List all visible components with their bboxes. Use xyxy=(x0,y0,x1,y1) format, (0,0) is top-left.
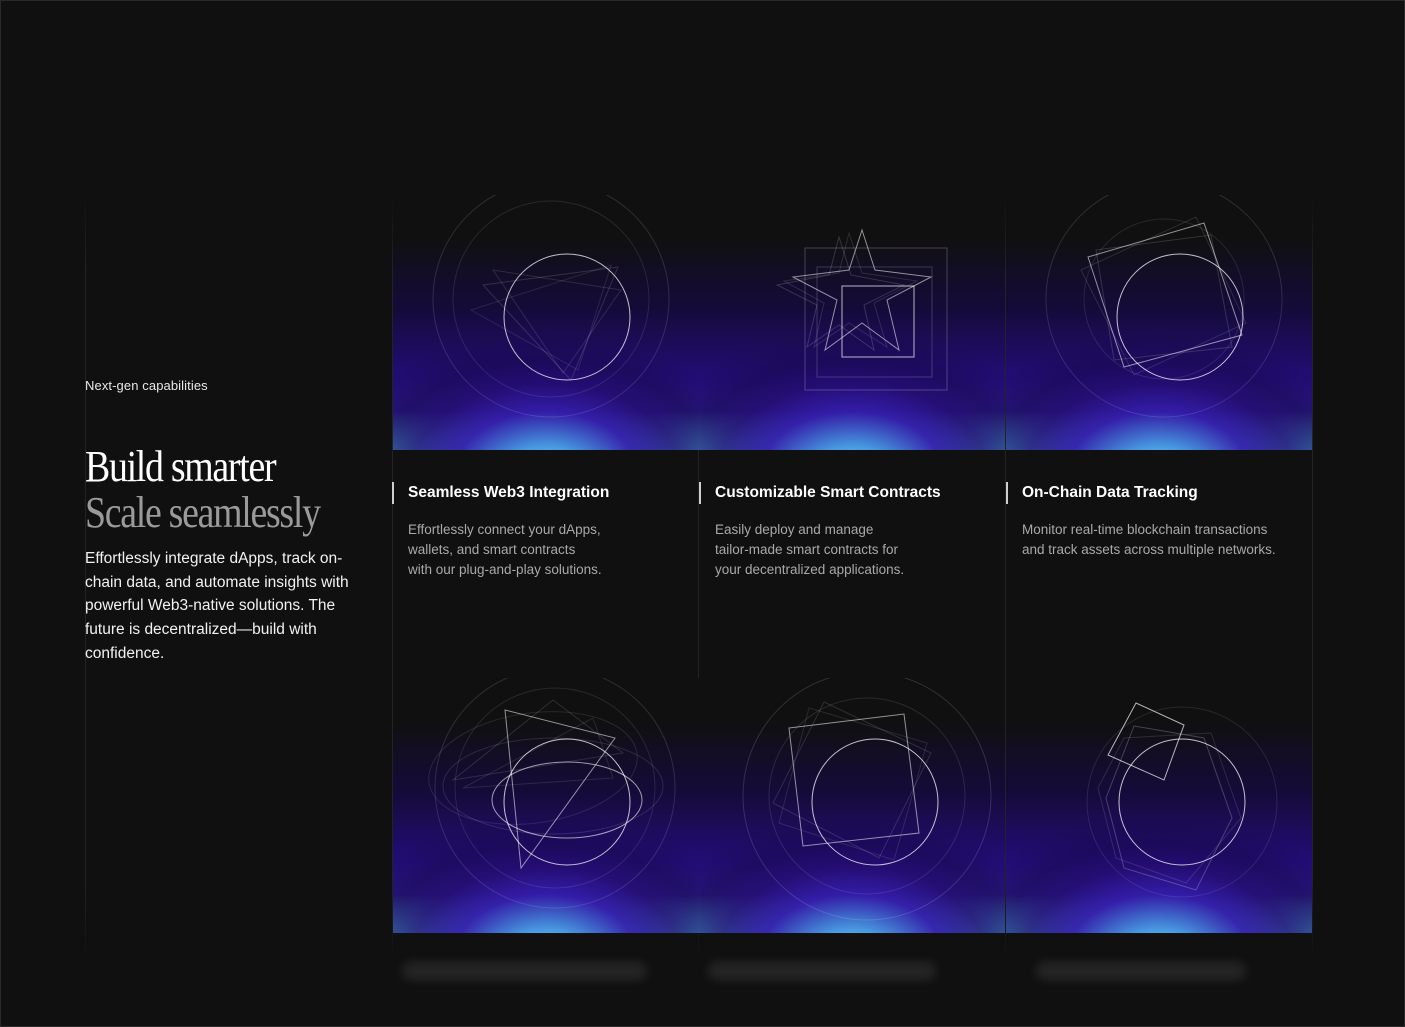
card-title: Seamless Web3 Integration xyxy=(408,484,610,501)
orbit-triangle-icon xyxy=(428,678,676,909)
card-description: Effortlessly connect your dApps, wallets… xyxy=(408,522,602,577)
feature-media-bottom-1 xyxy=(393,678,699,933)
faded-label-placeholder xyxy=(402,962,647,980)
section-lead: Effortlessly integrate dApps, track on-c… xyxy=(85,550,349,662)
circle-triangle-icon xyxy=(432,195,670,418)
feature-media-tracking xyxy=(1006,195,1312,450)
card-title: Customizable Smart Contracts xyxy=(715,484,941,501)
section-eyebrow: Next-gen capabilities xyxy=(85,378,208,393)
card-accent-bar xyxy=(1006,482,1008,504)
circle-square-icon xyxy=(1045,195,1283,418)
headline-line-2: Scale seamlessly xyxy=(85,488,321,537)
star-square-icon xyxy=(775,228,948,391)
section-headline: Build smarter Scale seamlessly xyxy=(85,442,321,537)
faded-label-placeholder xyxy=(1036,962,1246,980)
hexagon-circle-icon xyxy=(1086,702,1278,898)
card-accent-bar xyxy=(699,482,701,504)
card-accent-bar xyxy=(392,482,394,504)
feature-media-contracts xyxy=(699,195,1005,450)
card-description: Easily deploy and manage tailor-made sma… xyxy=(715,522,905,577)
card-description: Monitor real-time blockchain transaction… xyxy=(1022,522,1276,557)
feature-media-bottom-3 xyxy=(1006,678,1312,933)
column-divider xyxy=(1312,195,1313,960)
feature-media-web3 xyxy=(393,195,699,450)
faded-label-placeholder xyxy=(708,962,936,980)
feature-media-bottom-2 xyxy=(699,678,1005,933)
tilted-square-circle-icon xyxy=(742,678,992,921)
headline-line-1: Build smarter xyxy=(85,442,277,491)
card-title: On-Chain Data Tracking xyxy=(1022,484,1198,501)
